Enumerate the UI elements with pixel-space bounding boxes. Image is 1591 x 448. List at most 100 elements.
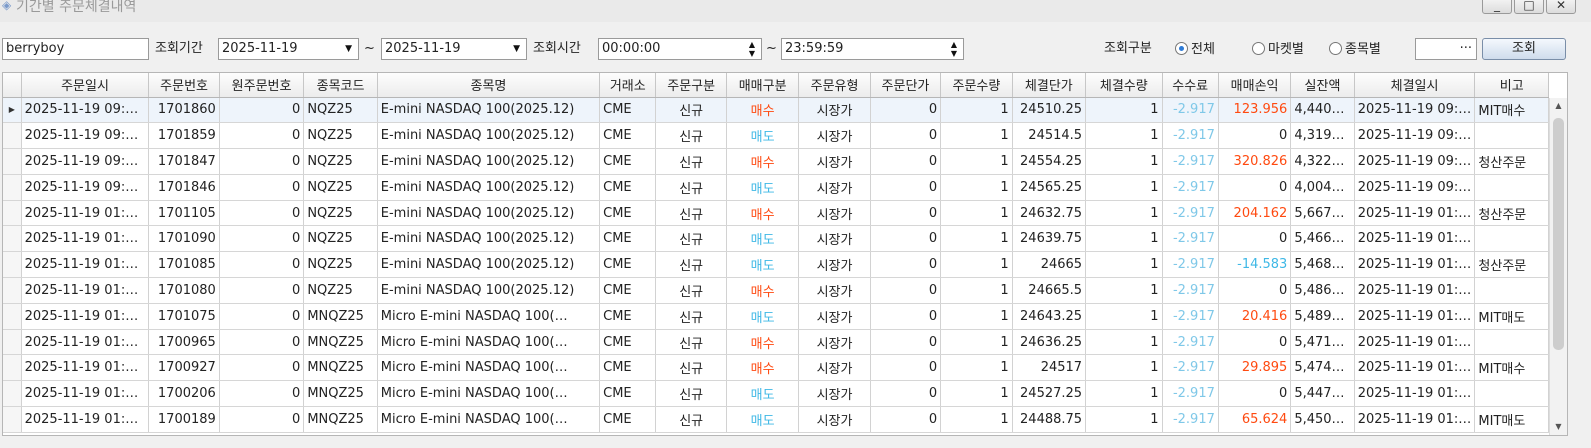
cell-code: NQZ25 xyxy=(303,200,378,227)
row-indicator[interactable] xyxy=(3,329,22,356)
table-row[interactable]: ▶ 2025-11-19 09:… 1701860 0 NQZ25 E-mini NASD… xyxy=(3,97,1549,124)
scroll-down-icon[interactable]: ▼ xyxy=(1550,419,1567,435)
col-header-fill-time[interactable]: 체결일시 xyxy=(1354,73,1476,98)
row-indicator[interactable] xyxy=(3,303,22,330)
col-header-pnl[interactable]: 매매손익 xyxy=(1218,73,1292,98)
chevron-down-icon[interactable]: ▼ xyxy=(345,39,352,59)
col-header-name[interactable]: 종목명 xyxy=(377,73,601,98)
spin-arrows-icon[interactable]: ▲ ▼ xyxy=(749,40,755,58)
cell-fill-time: 2025-11-19 01:… xyxy=(1354,329,1476,356)
minimize-button[interactable]: _ xyxy=(1482,0,1512,14)
col-header-balance[interactable]: 실잔액 xyxy=(1290,73,1355,98)
ellipsis-icon[interactable]: ··· xyxy=(1460,41,1472,56)
cell-price-type: 시장가 xyxy=(798,174,871,201)
table-row[interactable]: 2025-11-19 01:… 1701075 0 MNQZ25 Micro E-min… xyxy=(3,303,1549,330)
table-row[interactable]: 2025-11-19 01:… 1700965 0 MNQZ25 Micro E-min… xyxy=(3,329,1549,356)
table-row[interactable]: 2025-11-19 01:… 1701105 0 NQZ25 E-mini NASDA… xyxy=(3,200,1549,227)
chevron-down-icon[interactable]: ▼ xyxy=(513,39,520,59)
col-header-order-no[interactable]: 주문번호 xyxy=(148,73,220,98)
cell-exchange: CME xyxy=(599,174,657,201)
table-row[interactable]: 2025-11-19 01:… 1701080 0 NQZ25 E-mini NASDA… xyxy=(3,277,1549,304)
table-row[interactable]: 2025-11-19 01:… 1701085 0 NQZ25 E-mini NASDA… xyxy=(3,251,1549,279)
cell-order-type: 신규 xyxy=(655,148,727,175)
cell-balance: 5,474… xyxy=(1290,354,1355,382)
col-header-order-price[interactable]: 주문단가 xyxy=(870,73,942,98)
time-to-spinner[interactable]: 23:59:59 ▲ ▼ xyxy=(781,38,964,60)
cell-order-type: 신규 xyxy=(655,277,727,304)
col-header-price-type[interactable]: 주문유형 xyxy=(798,73,871,98)
row-indicator[interactable] xyxy=(3,122,22,150)
filter-radio-symbol[interactable]: 종목별 xyxy=(1329,41,1381,59)
date-from-select[interactable]: 2025-11-19 ▼ xyxy=(218,38,359,60)
symbol-picker-field[interactable]: ··· xyxy=(1415,38,1477,60)
cell-fee: -2.917 xyxy=(1162,251,1219,279)
col-header-note[interactable]: 비고 xyxy=(1474,73,1549,98)
row-indicator[interactable] xyxy=(3,251,22,279)
col-header-fee[interactable]: 수수료 xyxy=(1162,73,1219,98)
scroll-thumb[interactable] xyxy=(1553,118,1564,350)
close-button[interactable]: ✕ xyxy=(1546,0,1576,14)
col-header-code[interactable]: 종목코드 xyxy=(303,73,378,98)
col-header-order-type[interactable]: 주문구분 xyxy=(655,73,727,98)
cell-price-type: 시장가 xyxy=(798,225,871,253)
row-indicator[interactable] xyxy=(3,174,22,201)
col-header-exchange[interactable]: 거래소 xyxy=(599,73,657,98)
cell-order-qty: 1 xyxy=(940,97,1013,124)
cell-note: MIT매도 xyxy=(1474,406,1549,433)
table-row[interactable]: 2025-11-19 01:… 1701090 0 NQZ25 E-mini NASDA… xyxy=(3,225,1549,253)
cell-order-qty: 1 xyxy=(940,200,1013,227)
cell-order-type: 신규 xyxy=(655,303,727,330)
order-execution-grid[interactable]: 주문일시 주문번호 원주문번호 종목코드 종목명 거래소 주문구분 매매구분 주… xyxy=(2,72,1568,436)
cell-pnl: 20.416 xyxy=(1218,303,1292,330)
cell-name: E-mini NASDAQ 100(2025.12) xyxy=(377,148,601,175)
time-label: 조회시간 xyxy=(533,41,581,56)
table-row[interactable]: 2025-11-19 01:… 1700927 0 MNQZ25 Micro E-min… xyxy=(3,354,1549,382)
triangle-right-icon[interactable]: ▶ xyxy=(3,97,22,124)
cell-fill-qty: 1 xyxy=(1085,406,1163,433)
table-row[interactable]: 2025-11-19 09:… 1701847 0 NQZ25 E-mini NASDA… xyxy=(3,148,1549,175)
user-id-input[interactable]: berryboy xyxy=(2,38,149,60)
cell-price-type: 시장가 xyxy=(798,277,871,304)
cell-balance: 4,319… xyxy=(1290,122,1355,150)
col-header-fill-price[interactable]: 체결단가 xyxy=(1012,73,1087,98)
vertical-scrollbar[interactable]: ▲ ▼ xyxy=(1549,98,1567,435)
date-to-select[interactable]: 2025-11-19 ▼ xyxy=(381,38,527,60)
spin-arrows-icon[interactable]: ▲ ▼ xyxy=(951,40,957,58)
row-indicator[interactable] xyxy=(3,148,22,175)
filter-radio-market[interactable]: 마켓별 xyxy=(1252,41,1304,59)
col-header-side[interactable]: 매매구분 xyxy=(726,73,800,98)
cell-fee: -2.917 xyxy=(1162,354,1219,382)
cell-price-type: 시장가 xyxy=(798,97,871,124)
col-header-order-time[interactable]: 주문일시 xyxy=(21,73,150,98)
col-header-fill-qty[interactable]: 체결수량 xyxy=(1085,73,1163,98)
row-indicator[interactable] xyxy=(3,354,22,382)
cell-side: 매도 xyxy=(726,303,800,330)
col-header-order-qty[interactable]: 주문수량 xyxy=(940,73,1013,98)
table-row[interactable]: 2025-11-19 09:… 1701846 0 NQZ25 E-mini NASDA… xyxy=(3,174,1549,201)
maximize-button[interactable]: □ xyxy=(1514,0,1544,14)
search-button[interactable]: 조회 xyxy=(1482,38,1566,60)
cell-order-no: 1701860 xyxy=(148,97,220,124)
col-header-orig-order-no[interactable]: 원주문번호 xyxy=(219,73,305,98)
row-indicator[interactable] xyxy=(3,380,22,408)
cell-pnl: 0 xyxy=(1218,174,1292,201)
cell-fill-time: 2025-11-19 01:… xyxy=(1354,380,1476,408)
time-from-spinner[interactable]: 00:00:00 ▲ ▼ xyxy=(598,38,762,60)
cell-pnl: 0 xyxy=(1218,329,1292,356)
table-body: ▶ 2025-11-19 09:… 1701860 0 NQZ25 E-mini NASD… xyxy=(3,97,1549,433)
app-icon: ◈ xyxy=(2,0,12,12)
row-indicator[interactable] xyxy=(3,277,22,304)
cell-order-time: 2025-11-19 01:… xyxy=(21,329,150,356)
scroll-up-icon[interactable]: ▲ xyxy=(1550,98,1567,114)
cell-order-qty: 1 xyxy=(940,251,1013,279)
cell-pnl: 0 xyxy=(1218,122,1292,150)
table-row[interactable]: 2025-11-19 01:… 1700206 0 MNQZ25 Micro E-min… xyxy=(3,380,1549,408)
table-row[interactable]: 2025-11-19 01:… 1700189 0 MNQZ25 Micro E-min… xyxy=(3,406,1549,433)
cell-balance: 5,468… xyxy=(1290,251,1355,279)
row-indicator[interactable] xyxy=(3,406,22,433)
filter-radio-all[interactable]: 전체 xyxy=(1175,41,1215,59)
cell-order-no: 1701846 xyxy=(148,174,220,201)
row-indicator[interactable] xyxy=(3,200,22,227)
row-indicator[interactable] xyxy=(3,225,22,253)
table-row[interactable]: 2025-11-19 09:… 1701859 0 NQZ25 E-mini NASDA… xyxy=(3,122,1549,150)
